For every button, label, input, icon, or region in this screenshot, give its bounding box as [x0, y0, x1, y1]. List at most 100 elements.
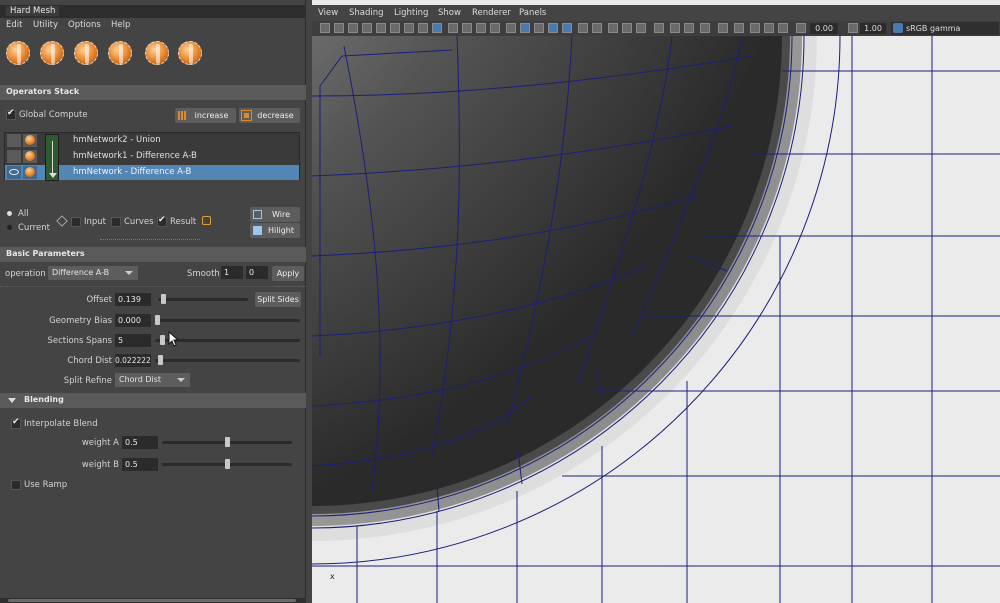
basic-parameters-header[interactable]: Basic Parameters	[0, 247, 306, 262]
backface-icon[interactable]	[700, 23, 710, 33]
visibility-toggle[interactable]	[7, 166, 21, 179]
apply-button[interactable]: Apply	[272, 266, 304, 281]
menu-edit[interactable]: Edit	[6, 20, 22, 30]
hardmesh-difference-icon[interactable]	[40, 41, 64, 65]
increase-button[interactable]: increase	[175, 108, 236, 123]
weight-b-field[interactable]: 0.5	[122, 458, 158, 471]
vp-menu-panels[interactable]: Panels	[519, 8, 546, 18]
frame-all-icon[interactable]	[764, 23, 774, 33]
weight-a-field[interactable]: 0.5	[122, 436, 158, 449]
viewport-panel[interactable]: View Shading Lighting Show Renderer Pane…	[312, 0, 1000, 603]
menu-utility[interactable]: Utility	[33, 20, 58, 30]
xray-active-icon[interactable]	[684, 23, 694, 33]
wireframe-icon[interactable]	[506, 23, 516, 33]
gamma-field[interactable]: 1.00	[860, 23, 886, 34]
blending-header[interactable]: Blending	[0, 393, 306, 408]
radio-current[interactable]	[7, 225, 12, 230]
exposure-icon[interactable]	[796, 23, 806, 33]
gamma-icon[interactable]	[848, 23, 858, 33]
grid-toggle-icon[interactable]	[404, 23, 414, 33]
hilight-button[interactable]: Hilight	[250, 223, 300, 238]
default-material-icon[interactable]	[534, 23, 544, 33]
safe-action-icon[interactable]	[476, 23, 486, 33]
frame-selected-icon[interactable]	[750, 23, 760, 33]
2d-pan-zoom-icon[interactable]	[376, 23, 386, 33]
image-plane-icon[interactable]	[362, 23, 372, 33]
geometry-bias-field[interactable]: 0.000	[115, 314, 151, 327]
result-checkbox[interactable]	[157, 215, 167, 227]
decrease-button[interactable]: decrease	[239, 108, 300, 123]
vp-menu-view[interactable]: View	[318, 8, 338, 18]
offset-slider-handle[interactable]	[161, 294, 166, 304]
maximize-icon[interactable]	[778, 23, 788, 33]
select-camera-icon[interactable]	[320, 23, 330, 33]
hardmesh-intersect-icon[interactable]	[74, 41, 98, 65]
chord-dist-slider-handle[interactable]	[158, 355, 163, 365]
menu-options[interactable]: Options	[68, 20, 101, 30]
smooth-shade-icon[interactable]	[520, 23, 530, 33]
input-checkbox[interactable]	[71, 217, 81, 227]
scrollbar-thumb[interactable]	[8, 599, 296, 602]
grease-pencil-icon[interactable]	[390, 23, 400, 33]
sections-spans-field[interactable]: 5	[115, 334, 151, 347]
use-all-lights-icon[interactable]	[578, 23, 588, 33]
field-chart-icon[interactable]	[462, 23, 472, 33]
geometry-bias-slider-track[interactable]	[155, 319, 300, 322]
gate-mask-icon[interactable]	[448, 23, 458, 33]
sections-spans-slider-handle[interactable]	[160, 335, 165, 345]
visibility-toggle[interactable]	[7, 134, 21, 147]
wireframe-on-shaded-icon[interactable]	[548, 23, 558, 33]
split-refine-dropdown[interactable]: Chord Dist	[115, 373, 190, 387]
operation-dropdown[interactable]: Difference A-B	[48, 266, 138, 280]
safe-title-icon[interactable]	[490, 23, 500, 33]
geometry-bias-slider-handle[interactable]	[155, 315, 160, 325]
visibility-toggle[interactable]	[7, 150, 21, 163]
exposure-field[interactable]: 0.00	[810, 23, 838, 34]
lock-icon[interactable]	[202, 216, 211, 225]
offset-field[interactable]: 0.139	[115, 293, 151, 306]
split-sides-button[interactable]: Split Sides	[255, 292, 301, 307]
colorspace-selector[interactable]: sRGB gamma	[891, 22, 999, 35]
offset-slider-track[interactable]	[158, 298, 248, 301]
anti-aliasing-icon[interactable]	[622, 23, 632, 33]
isolate-select-icon[interactable]	[654, 23, 664, 33]
textured-icon[interactable]	[562, 23, 572, 33]
use-ramp-checkbox[interactable]	[11, 480, 21, 490]
collapse-triangle-icon	[8, 398, 16, 403]
vp-menu-shading[interactable]: Shading	[349, 8, 384, 18]
bookmarks-icon[interactable]	[348, 23, 358, 33]
depth-of-field-icon[interactable]	[636, 23, 646, 33]
hardmesh-fillet-icon[interactable]	[178, 41, 202, 65]
xray-icon[interactable]	[670, 23, 680, 33]
hardmesh-union-icon[interactable]	[6, 41, 30, 65]
weight-b-slider-handle[interactable]	[225, 459, 230, 469]
interpolate-blend-checkbox[interactable]	[11, 417, 21, 429]
vp-menu-renderer[interactable]: Renderer	[472, 8, 511, 18]
input-label: Input	[84, 217, 107, 227]
wire-button[interactable]: Wire	[250, 207, 300, 222]
hardmesh-bevel-icon[interactable]	[145, 41, 169, 65]
menu-help[interactable]: Help	[111, 20, 130, 30]
operation-value: Difference A-B	[52, 268, 110, 277]
vp-menu-lighting[interactable]: Lighting	[394, 8, 428, 18]
weight-a-slider-handle[interactable]	[225, 437, 230, 447]
curves-checkbox[interactable]	[111, 217, 121, 227]
resolution-gate-icon[interactable]	[432, 23, 442, 33]
smooth-field-b[interactable]: 0	[246, 266, 268, 279]
shadows-icon[interactable]	[592, 23, 602, 33]
chord-dist-slider-track[interactable]	[155, 359, 300, 362]
zoom-icon[interactable]	[734, 23, 744, 33]
chord-dist-field[interactable]: 0.022222	[115, 354, 151, 367]
ambient-occlusion-icon[interactable]	[608, 23, 618, 33]
smooth-field-a[interactable]: 1	[221, 266, 243, 279]
3d-scene[interactable]	[312, 36, 1000, 603]
film-gate-icon[interactable]	[418, 23, 428, 33]
horizontal-scrollbar[interactable]	[0, 598, 306, 603]
vp-menu-show[interactable]: Show	[438, 8, 461, 18]
operators-stack-header[interactable]: Operators Stack	[0, 85, 306, 100]
hardmesh-split-icon[interactable]	[108, 41, 132, 65]
global-compute-checkbox[interactable]	[6, 108, 16, 120]
radio-all[interactable]	[7, 211, 12, 216]
pan-icon[interactable]	[718, 23, 728, 33]
camera-attributes-icon[interactable]	[334, 23, 344, 33]
